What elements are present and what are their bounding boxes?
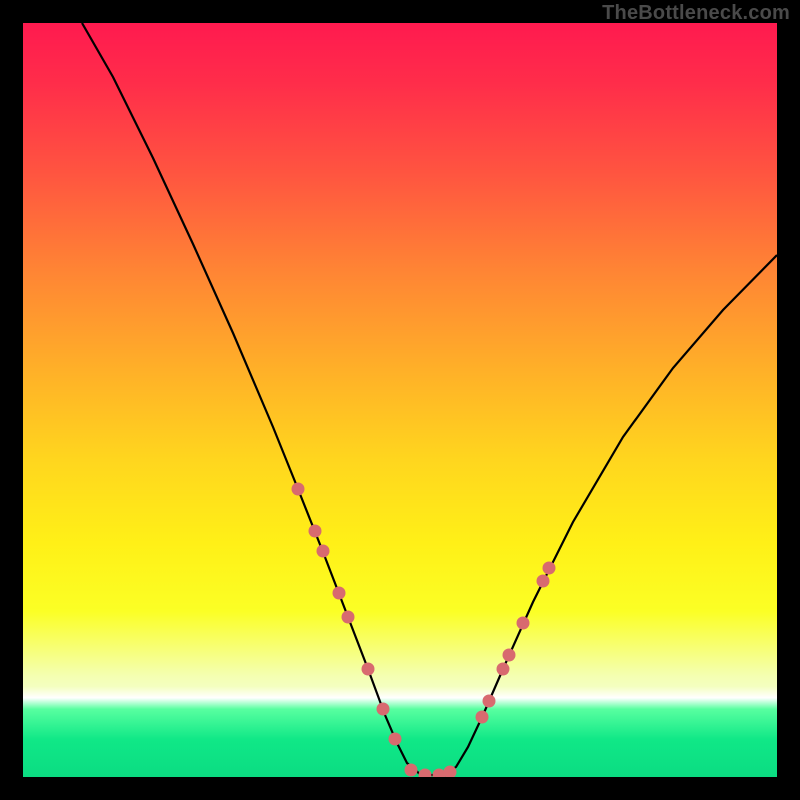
score-dot (419, 769, 432, 778)
score-dot (342, 611, 355, 624)
watermark-text: TheBottleneck.com (602, 2, 790, 25)
score-dot (309, 525, 322, 538)
score-dot (483, 695, 496, 708)
score-dots-group (292, 483, 556, 778)
score-dot (503, 649, 516, 662)
score-dot (537, 575, 550, 588)
score-dot (497, 663, 510, 676)
score-dot (377, 703, 390, 716)
score-dot (362, 663, 375, 676)
chart-svg (23, 23, 777, 777)
score-dot (405, 764, 418, 777)
score-dot (476, 711, 489, 724)
score-dot (317, 545, 330, 558)
score-dot (543, 562, 556, 575)
score-dot (333, 587, 346, 600)
score-dot (517, 617, 530, 630)
chart-frame: TheBottleneck.com (0, 0, 800, 800)
bottleneck-curve (82, 23, 777, 775)
score-dot (389, 733, 402, 746)
score-dot (292, 483, 305, 496)
plot-area (23, 23, 777, 777)
